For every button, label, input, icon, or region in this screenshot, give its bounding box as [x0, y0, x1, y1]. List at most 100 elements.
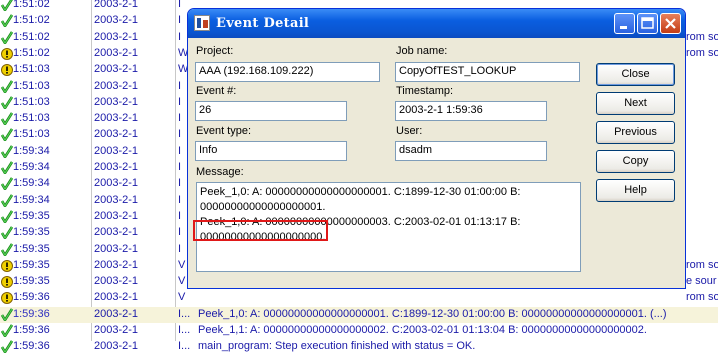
event-number-label: Event #: [196, 85, 237, 97]
warning-icon [1, 275, 13, 289]
log-type: I... [178, 307, 191, 320]
log-type: I... [178, 324, 191, 336]
check-icon [0, 30, 14, 46]
log-type: I [178, 242, 182, 255]
event-type-label: Event type: [196, 125, 252, 137]
log-date: 2003-2-1 [94, 14, 139, 27]
close-icon [665, 18, 676, 29]
event-detail-dialog: Event Detail Project: AAA (192.168.109.2… [187, 8, 686, 289]
log-time: 1:59:36 [13, 291, 50, 304]
minimize-button[interactable] [614, 13, 635, 34]
log-time: 1:59:35 [13, 275, 50, 288]
close-button[interactable]: Close [596, 63, 675, 86]
job-name-field[interactable]: CopyOfTEST_LOOKUP [395, 62, 580, 82]
log-type: I [178, 161, 182, 173]
previous-button[interactable]: Previous [596, 121, 675, 144]
log-date: 2003-2-1 [94, 0, 139, 10]
warning-icon [1, 63, 13, 77]
log-row[interactable]: 1:59:36 2003-2-1 V [0, 290, 718, 306]
log-type: I [178, 112, 182, 125]
log-type: I [178, 14, 182, 27]
log-time: 1:59:34 [13, 177, 50, 190]
log-type: V [178, 275, 186, 288]
log-date: 2003-2-1 [94, 291, 139, 304]
app-icon [194, 15, 210, 31]
log-date: 2003-2-1 [94, 307, 139, 320]
user-field[interactable]: dsadm [395, 141, 547, 161]
copy-button-label: Copy [622, 155, 649, 167]
log-message-overflow: e sour [686, 275, 717, 288]
maximize-icon [641, 17, 654, 29]
help-button-label: Help [624, 184, 647, 196]
log-time: 1:51:02 [13, 0, 50, 10]
next-button[interactable]: Next [596, 92, 675, 115]
check-icon [0, 210, 14, 225]
highlight-annotation [193, 220, 328, 241]
check-icon [0, 79, 14, 94]
event-type-field[interactable]: Info [195, 141, 347, 161]
log-type: I [178, 95, 182, 108]
log-row[interactable]: 1:59:36 2003-2-1 I... Peek_1,0: A: 00000000… [0, 306, 718, 323]
log-message: Peek_1,0: A: 00000000000000000001. C:189… [198, 307, 667, 320]
log-date: 2003-2-1 [94, 275, 139, 288]
log-time: 1:51:03 [13, 79, 50, 92]
check-icon [0, 128, 14, 143]
log-message-overflow: rom so [686, 46, 718, 59]
job-name-label: Job name: [396, 45, 448, 57]
log-message: Peek_1,1: A: 00000000000000000002. C:200… [198, 324, 647, 336]
log-date: 2003-2-1 [94, 340, 139, 353]
dialog-titlebar[interactable]: Event Detail [188, 9, 685, 38]
log-date: 2003-2-1 [94, 79, 139, 92]
log-time: 1:51:02 [13, 46, 50, 59]
log-message-overflow: rom so [686, 258, 718, 271]
log-date: 2003-2-1 [94, 128, 139, 141]
log-type: I [178, 79, 182, 92]
log-time: 1:59:35 [13, 209, 50, 222]
log-time: 1:59:36 [13, 324, 50, 336]
timestamp-label: Timestamp: [396, 85, 454, 97]
check-icon [0, 0, 13, 13]
project-label: Project: [196, 45, 234, 57]
close-button-label: Close [621, 68, 650, 80]
log-type: I [178, 193, 182, 206]
log-date: 2003-2-1 [94, 324, 139, 336]
minimize-icon [620, 26, 627, 29]
close-window-button[interactable] [660, 13, 681, 34]
log-date: 2003-2-1 [94, 177, 139, 190]
copy-button[interactable]: Copy [596, 150, 675, 173]
log-date: 2003-2-1 [94, 258, 139, 271]
log-time: 1:51:02 [13, 14, 50, 27]
timestamp-field[interactable]: 2003-2-1 1:59:36 [395, 101, 547, 121]
log-time: 1:51:03 [13, 95, 50, 108]
check-icon [0, 340, 14, 355]
log-date: 2003-2-1 [94, 209, 139, 222]
log-date: 2003-2-1 [94, 46, 139, 59]
log-type: I [178, 128, 182, 141]
log-date: 2003-2-1 [94, 95, 139, 108]
log-row[interactable]: 1:59:36 2003-2-1 I... Peek_1,1: A: 00000000… [0, 323, 718, 339]
log-time: 1:59:34 [13, 161, 50, 173]
log-time: 1:59:36 [13, 340, 50, 353]
event-number-field[interactable]: 26 [195, 101, 347, 121]
log-type: I [178, 144, 182, 157]
check-icon [0, 307, 14, 323]
log-row[interactable]: 1:59:36 2003-2-1 I... main_program: Step ex… [0, 339, 718, 355]
log-time: 1:51:03 [13, 63, 50, 76]
message-line: 00000000000000000001. [200, 201, 326, 213]
log-type: I [178, 0, 182, 10]
log-time: 1:51:03 [13, 112, 50, 125]
log-time: 1:59:35 [13, 242, 50, 255]
check-icon [0, 324, 14, 339]
project-field[interactable]: AAA (192.168.109.222) [195, 62, 380, 82]
log-time: 1:59:35 [13, 226, 50, 239]
log-time: 1:51:03 [13, 128, 50, 141]
log-date: 2003-2-1 [94, 161, 139, 173]
maximize-button[interactable] [637, 13, 658, 34]
help-button[interactable]: Help [596, 179, 675, 202]
check-icon [0, 226, 14, 241]
log-date: 2003-2-1 [94, 226, 139, 239]
log-date: 2003-2-1 [94, 112, 139, 125]
check-icon [0, 177, 14, 192]
log-type: I [178, 209, 182, 222]
log-date: 2003-2-1 [94, 242, 139, 255]
